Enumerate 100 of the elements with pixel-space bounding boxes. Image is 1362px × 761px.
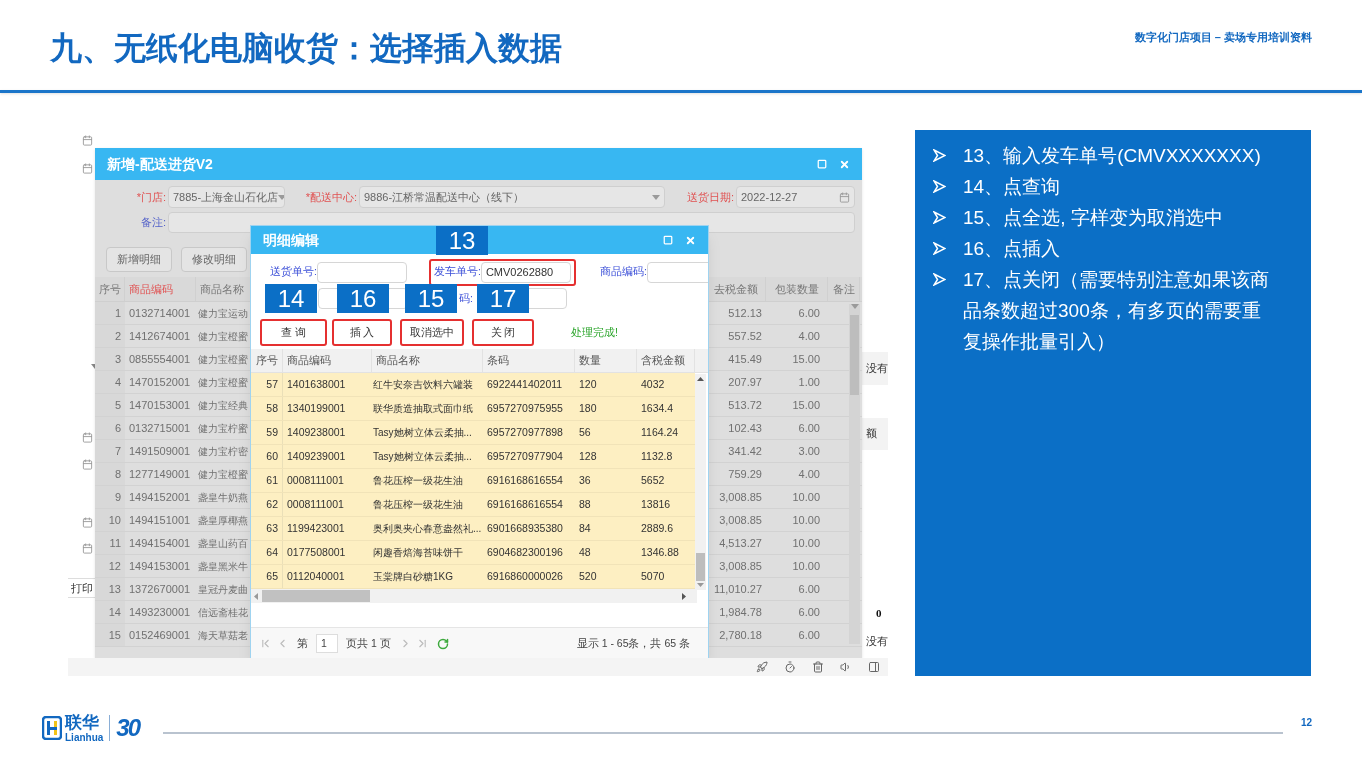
scroll-up-icon[interactable] — [697, 377, 704, 381]
field-label: 备注: — [139, 215, 167, 231]
scrollbar-thumb[interactable] — [696, 553, 705, 581]
table-cell-text: 健力宝运动 — [198, 306, 248, 321]
trash-icon[interactable] — [812, 661, 824, 673]
status-text: 处理完成! — [571, 324, 618, 340]
table-row[interactable]: 64 0177508001 闲趣香焙海苔味饼干 6904682300196 48 1346.88 — [251, 541, 695, 565]
table-cell-text: 海天草菇老 — [198, 628, 248, 643]
table-cell-text: 56 — [578, 424, 592, 440]
table-cell-text: 信远斋桂花 — [198, 605, 248, 620]
table-row[interactable]: 62 0008111001 鲁花压榨一级花生油 6916168616554 88 13816 — [251, 493, 695, 517]
calendar-icon[interactable] — [82, 459, 93, 470]
close-icon[interactable] — [685, 234, 696, 246]
scroll-right-icon[interactable] — [682, 592, 686, 600]
table-cell-text: 1401638001 — [286, 376, 347, 392]
column-header: 商品编码 — [283, 349, 372, 372]
table-cell-text: 联华质造抽取式面巾纸 — [372, 402, 474, 416]
column-header: 数量 — [575, 349, 637, 372]
table-cell-text: 0008111001 — [286, 496, 345, 512]
table-row[interactable]: 60 1409239001 Tasy她树立体云柔抽... 6957270977904 128 1132.8 — [251, 445, 695, 469]
toolbar-button[interactable]: 新增明细 — [106, 247, 172, 272]
table-cell-text: 盏皇黑米牛 — [198, 559, 248, 574]
action-button[interactable]: 查 询 — [260, 319, 327, 347]
field-label: 发车单号: — [434, 264, 481, 280]
toolbar-button[interactable]: 修改明细 — [181, 247, 247, 272]
speaker-icon[interactable] — [840, 661, 852, 673]
select-field[interactable]: 7885-上海金山石化店 — [168, 186, 285, 208]
step-badge: 17 — [477, 283, 529, 313]
slide-subtitle: 数字化门店项目 – 卖场专用培训资料 — [1134, 30, 1312, 45]
table-cell: 7 — [95, 440, 125, 462]
table-cell: 3 — [95, 348, 125, 370]
table-cell-text: 1470152001 — [128, 374, 192, 390]
table-cell-text: 1199423001 — [286, 520, 346, 536]
table-cell-text: 6.00 — [797, 420, 821, 436]
select-field[interactable]: 9886-江桥常温配送中心（线下） — [359, 186, 665, 208]
input-field[interactable]: CMV0262880 — [480, 261, 571, 283]
table-cell-text: 10.00 — [791, 535, 821, 551]
action-button[interactable]: 取消选中 — [400, 319, 464, 347]
table-cell: 60 — [251, 445, 283, 468]
rocket-icon[interactable] — [756, 661, 768, 673]
step-text: 13、输入发车单号(CMVXXXXXXX) — [963, 144, 1261, 168]
table-cell-text: 皇冠丹麦曲 — [198, 582, 248, 597]
scrollbar[interactable] — [849, 304, 860, 644]
refresh-icon[interactable] — [436, 637, 449, 650]
page-field[interactable]: 1 — [316, 634, 338, 653]
action-button[interactable]: 关 闭 — [472, 319, 534, 347]
timer-icon[interactable] — [784, 661, 796, 673]
table-cell-text: 6901668935380 — [486, 520, 564, 536]
scrollbar-thumb[interactable] — [850, 315, 859, 395]
input-field[interactable] — [646, 261, 708, 283]
field-label: *配送中心: — [304, 189, 358, 205]
slide-title: 九、无纸化电脑收货：选择插入数据 — [50, 29, 562, 68]
calendar-icon[interactable] — [82, 517, 93, 528]
table-cell-text: 0008111001 — [286, 472, 345, 488]
table-cell: 11 — [95, 532, 125, 554]
caret-icon — [652, 194, 660, 200]
action-button[interactable]: 插 入 — [332, 319, 392, 347]
table-cell-text: 6.00 — [797, 627, 821, 643]
input-field[interactable] — [317, 261, 407, 283]
table-cell-text: 6957270977898 — [486, 424, 564, 440]
scroll-down-icon[interactable] — [697, 583, 704, 587]
logo-name: 联华 — [65, 713, 100, 731]
table-cell-text: 102.43 — [727, 420, 763, 436]
scrollbar-thumb[interactable] — [262, 590, 370, 602]
scroll-left-icon[interactable] — [254, 592, 258, 600]
maximize-icon[interactable] — [663, 235, 673, 245]
first-page-icon[interactable] — [259, 637, 272, 650]
table-cell: 10 — [95, 509, 125, 531]
calendar-icon[interactable] — [82, 163, 93, 174]
table-cell-text: 盏皇牛奶燕 — [198, 490, 248, 505]
table-cell-text: 1634.4 — [640, 400, 675, 416]
table-cell-text: 1.00 — [797, 374, 821, 390]
table-row[interactable]: 61 0008111001 鲁花压榨一级花生油 6916168616554 36 5652 — [251, 469, 695, 493]
maximize-icon[interactable] — [817, 159, 827, 169]
close-icon[interactable] — [839, 158, 850, 170]
table-row[interactable]: 57 1401638001 红牛安奈吉饮料六罐装 6922441402011 120 4032 — [251, 373, 695, 397]
table-cell-text: 15.00 — [791, 397, 821, 413]
column-header: 序号 — [251, 349, 283, 372]
table-row[interactable]: 58 1340199001 联华质造抽取式面巾纸 6957270975955 180 1634.4 — [251, 397, 695, 421]
table-cell-text: 健力宝柠密 — [198, 444, 248, 459]
calendar-icon[interactable] — [82, 432, 93, 443]
table-cell-text: 6916860000026 — [486, 568, 564, 584]
scrollbar[interactable] — [695, 374, 706, 590]
table-row[interactable]: 59 1409238001 Tasy她树立体云柔抽... 6957270977898 56 1164.24 — [251, 421, 695, 445]
date-field[interactable]: 2022-12-27 — [736, 186, 855, 208]
bullet-arrow-icon — [933, 211, 946, 224]
scrollbar[interactable] — [251, 589, 697, 603]
step-badge: 16 — [337, 283, 389, 313]
logo-icon — [42, 716, 62, 740]
calendar-icon[interactable] — [82, 135, 93, 146]
table-cell-text: 健力宝橙蜜 — [198, 375, 248, 390]
calendar-icon[interactable] — [82, 543, 93, 554]
caret-icon — [278, 194, 284, 200]
table-cell: 57 — [251, 373, 283, 396]
side-text: 0 — [876, 606, 882, 621]
table-row[interactable]: 65 0112040001 玉棠牌白砂糖1KG 6916860000026 520 5070 — [251, 565, 695, 589]
table-cell: 5 — [95, 394, 125, 416]
panel-icon[interactable] — [868, 661, 880, 673]
table-cell-text: 健力宝橙蜜 — [198, 352, 248, 367]
table-row[interactable]: 63 1199423001 奥利奥夹心春意盎然礼... 6901668935380 84 2889.6 — [251, 517, 695, 541]
